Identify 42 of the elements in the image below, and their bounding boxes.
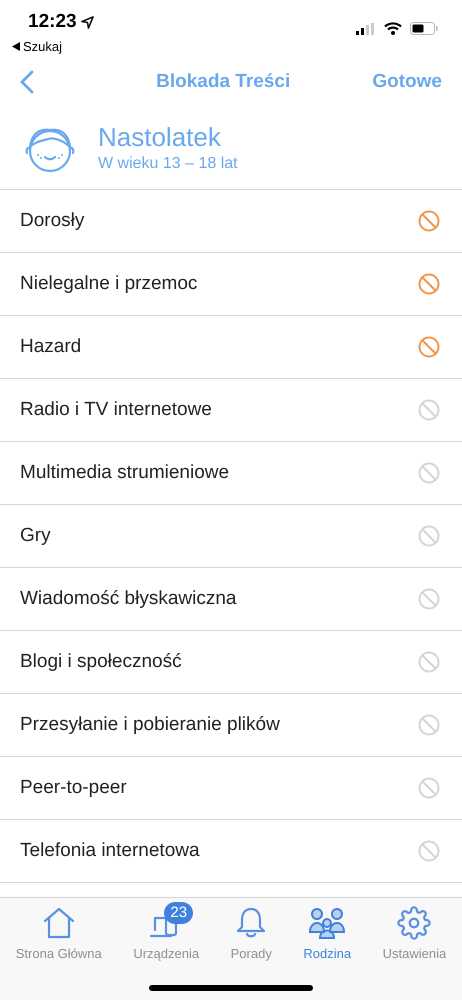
category-label: Nielegalne i przemoc	[20, 272, 198, 296]
block-icon[interactable]	[418, 273, 440, 295]
family-icon	[308, 906, 346, 940]
tab-bar-item[interactable]: Strona Główna	[16, 906, 102, 964]
category-label: Blogi i społeczność	[20, 650, 182, 674]
block-icon[interactable]	[418, 588, 440, 610]
category-label: Hazard	[20, 334, 82, 359]
back-chevron-icon[interactable]	[20, 70, 34, 94]
nav-title: Blokada Treści	[155, 70, 290, 94]
block-icon[interactable]	[418, 399, 440, 421]
block-icon[interactable]	[418, 210, 440, 232]
location-arrow-icon	[80, 16, 94, 29]
back-app-link[interactable]: Szukaj	[23, 36, 62, 56]
settings-icon	[397, 906, 432, 940]
back-triangle-icon	[12, 42, 20, 51]
category-label: Gry	[20, 524, 51, 548]
block-icon[interactable]	[418, 651, 440, 673]
count-badge: 23	[164, 902, 194, 924]
tab-bar-item[interactable]: Ustawienia	[382, 906, 446, 964]
category-label: Telefonia internetowa	[20, 838, 200, 863]
category-label: Dorosły	[20, 208, 84, 233]
signal-icon	[356, 22, 376, 34]
block-icon[interactable]	[418, 714, 440, 736]
category-label: Peer-to-peer	[20, 776, 127, 800]
status-time: 12:23	[28, 10, 77, 34]
block-icon[interactable]	[418, 840, 440, 862]
category-label: Multimedia strumieniowe	[20, 460, 230, 485]
block-icon[interactable]	[418, 777, 440, 799]
category-label: Radio i TV internetowe	[20, 398, 212, 422]
block-icon[interactable]	[418, 336, 440, 358]
profile-age-range: W wieku 13 – 18 lat	[98, 154, 238, 174]
wifi-icon	[384, 22, 402, 35]
tab-bar-item[interactable]: Rodzina	[303, 906, 352, 964]
category-label: Wiadomość błyskawiczna	[20, 586, 236, 611]
profile-name: Nastolatek	[98, 122, 222, 152]
tab-bar-item[interactable]: Porady	[230, 906, 272, 964]
home-icon	[42, 906, 76, 940]
block-icon[interactable]	[418, 462, 440, 484]
category-label: Przesyłanie i pobieranie plików	[20, 712, 280, 737]
block-icon[interactable]	[418, 525, 440, 547]
battery-icon	[410, 22, 438, 35]
done-button[interactable]: Gotowe	[372, 68, 442, 96]
